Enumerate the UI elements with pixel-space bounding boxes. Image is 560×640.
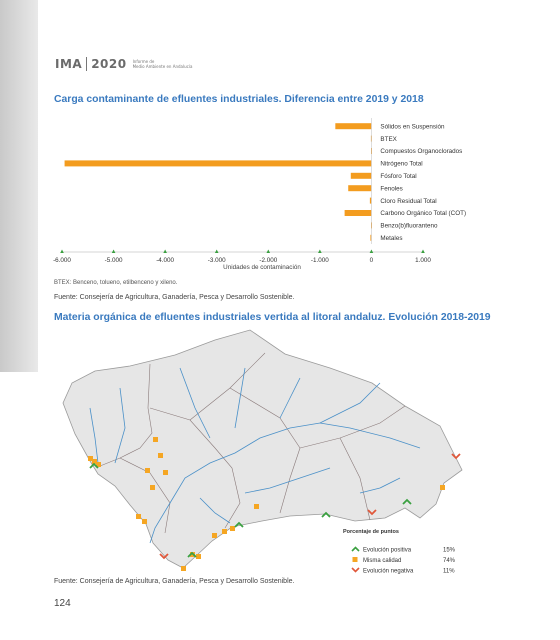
chevron-up-icon [351, 546, 360, 552]
logo-subtitle-line2: Medio Ambiente en Andalucía [132, 64, 193, 69]
tick-label-0: -6.000 [53, 257, 71, 264]
tick-label-2: -4.000 [156, 257, 174, 264]
category-label-0: Sólidos en Suspensión [380, 123, 445, 130]
category-label-1: BTEX [380, 136, 397, 143]
map-source: Fuente: Consejería de Agricultura, Ganad… [54, 578, 295, 585]
category-label-2: Compuestos Organoclorados [380, 148, 462, 155]
legend-value-misma: 74% [443, 558, 456, 564]
logo-subtitle: Informe de Medio Ambiente en Andalucía [133, 59, 193, 69]
bar-5 [348, 185, 372, 192]
square-icon [352, 557, 358, 562]
misma-calidad-marker [230, 526, 235, 531]
bar-chart: Sólidos en Suspensión BTEX Compuestos Orga… [53, 118, 466, 271]
misma-calidad-marker [150, 485, 155, 490]
tick-marker-0 [60, 249, 64, 253]
category-label-8: Benzo(b)fluoranteno [380, 223, 438, 230]
misma-calidad-marker [196, 554, 201, 559]
tick-marker-6 [369, 249, 374, 253]
logo-text: IMA [55, 57, 83, 71]
tick-label-5: -1.000 [311, 257, 329, 264]
tick-marker-3 [214, 249, 219, 253]
misma-calidad-marker [222, 529, 227, 534]
logo: IMA 2020 Informe de Medio Ambiente en An… [55, 57, 192, 71]
tick-label-1: -5.000 [105, 257, 123, 264]
misma-calidad-marker [212, 533, 217, 538]
tick-marker-2 [163, 249, 167, 253]
tick-marker-1 [111, 249, 116, 253]
bar-0 [335, 123, 372, 130]
tick-marker-4 [266, 249, 271, 253]
tick-label-6: 0 [370, 257, 374, 264]
misma-calidad-marker [136, 514, 141, 519]
tick-label-4: -2.000 [259, 257, 277, 264]
logo-year: 2020 [91, 57, 127, 71]
misma-calidad-marker [145, 468, 150, 473]
chart-title: Carga contaminante de efluentes industri… [54, 94, 424, 105]
category-label-9: Metales [380, 235, 402, 242]
page-number: 124 [54, 598, 71, 609]
bar-3 [64, 160, 372, 167]
tick-label-7: 1.000 [415, 257, 431, 264]
misma-calidad-marker [440, 485, 445, 490]
category-label-4: Fósforo Total [380, 173, 416, 180]
andalucia-map: Porcentaje de puntos Evolución positiva … [62, 329, 463, 575]
category-label-3: Nitrógeno Total [380, 161, 422, 168]
misma-calidad-marker [158, 453, 163, 458]
category-label-6: Cloro Residual Total [380, 198, 436, 205]
legend-value-positiva: 15% [443, 548, 456, 554]
legend-label-negativa: Evolución negativa [363, 569, 414, 575]
category-label-7: Carbono Orgánico Total (COT) [380, 210, 466, 217]
legend-label-positiva: Evolución positiva [363, 548, 412, 554]
btex-note: BTEX: Benceno, tolueno, etilbenceno y xi… [54, 280, 178, 286]
misma-calidad-marker [163, 470, 168, 475]
bar-7 [344, 210, 372, 216]
bar-4 [350, 172, 372, 179]
misma-calidad-marker [153, 437, 158, 442]
chevron-down-icon [351, 567, 360, 573]
tick-marker-5 [318, 249, 322, 253]
tick-marker-7 [421, 249, 425, 253]
legend-label-misma: Misma calidad [363, 558, 401, 564]
logo-divider [86, 57, 88, 71]
misma-calidad-marker [254, 504, 259, 509]
misma-calidad-marker [142, 519, 147, 524]
map-legend: Porcentaje de puntos Evolución positiva … [343, 529, 456, 575]
misma-calidad-marker [181, 566, 186, 571]
x-axis-label: Unidades de contaminación [223, 264, 301, 271]
legend-value-negativa: 11% [443, 569, 455, 575]
category-label-5: Fenoles [380, 185, 402, 192]
map-title: Materia orgánica de efluentes industrial… [54, 312, 491, 323]
chart-source: Fuente: Consejería de Agricultura, Ganad… [54, 294, 295, 301]
tick-label-3: -3.000 [208, 257, 226, 264]
legend-title: Porcentaje de puntos [343, 529, 399, 535]
land-area [62, 329, 463, 569]
